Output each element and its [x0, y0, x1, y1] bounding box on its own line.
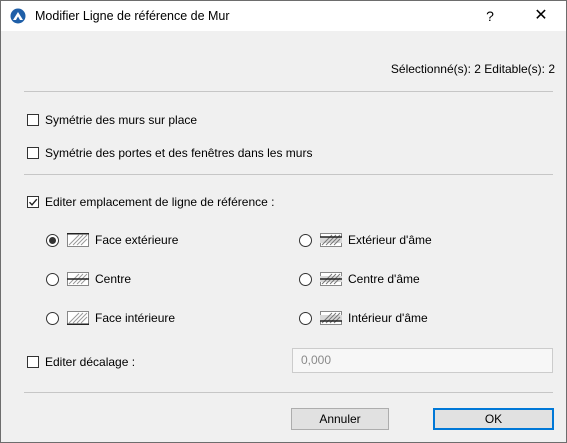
radio-label: Extérieur d'âme [348, 233, 432, 247]
cancel-button[interactable]: Annuler [291, 408, 389, 430]
wall-center-icon [67, 272, 89, 286]
radio-core-outside[interactable]: Extérieur d'âme [299, 233, 432, 247]
radio-label: Intérieur d'âme [348, 311, 428, 325]
close-button[interactable]: ✕ [530, 6, 552, 26]
radio-button[interactable] [46, 311, 59, 325]
radio-label: Face extérieure [95, 233, 179, 247]
radio-button-selected[interactable] [46, 233, 59, 247]
edit-location-checkbox[interactable] [27, 196, 39, 208]
wall-core-center-icon [320, 272, 342, 286]
mirror-walls-checkbox[interactable] [27, 114, 39, 126]
radio-button[interactable] [299, 311, 312, 325]
edit-offset-checkbox[interactable] [27, 356, 39, 368]
mirror-walls-label: Symétrie des murs sur place [45, 113, 198, 127]
dialog-window: Modifier Ligne de référence de Mur ? ✕ S… [0, 0, 567, 443]
radio-center[interactable]: Centre [46, 272, 131, 286]
radio-button[interactable] [299, 272, 312, 286]
offset-input[interactable]: 0,000 [292, 348, 553, 373]
help-button[interactable]: ? [480, 6, 500, 26]
selection-info: Sélectionné(s): 2 Editable(s): 2 [390, 62, 555, 76]
app-icon [10, 8, 26, 24]
edit-location-label: Editer emplacement de ligne de référence… [45, 195, 275, 209]
wall-outer-face-icon [67, 233, 89, 247]
radio-button[interactable] [46, 272, 59, 286]
wall-core-outside-icon [320, 233, 342, 247]
separator [24, 174, 553, 175]
radio-button[interactable] [299, 233, 312, 247]
wall-inner-face-icon [67, 311, 89, 325]
radio-label: Centre [95, 272, 132, 286]
radio-outer-face[interactable]: Face extérieure [46, 233, 178, 247]
separator [24, 91, 553, 92]
window-title: Modifier Ligne de référence de Mur [35, 9, 230, 23]
radio-label: Face intérieure [95, 311, 176, 325]
wall-core-inside-icon [320, 311, 342, 325]
ok-button[interactable]: OK [433, 408, 554, 430]
radio-inner-face[interactable]: Face intérieure [46, 311, 175, 325]
mirror-walls-checkbox-row[interactable]: Symétrie des murs sur place [27, 113, 197, 127]
mirror-doors-checkbox-row[interactable]: Symétrie des portes et des fenêtres dans… [27, 146, 312, 160]
radio-label: Centre d'âme [348, 272, 420, 286]
mirror-doors-checkbox[interactable] [27, 147, 39, 159]
edit-location-checkbox-row[interactable]: Editer emplacement de ligne de référence… [27, 195, 274, 209]
mirror-doors-label: Symétrie des portes et des fenêtres dans… [45, 146, 313, 160]
edit-offset-checkbox-row[interactable]: Editer décalage : [27, 355, 135, 369]
checkmark-icon [28, 198, 38, 206]
radio-core-center[interactable]: Centre d'âme [299, 272, 420, 286]
edit-offset-label: Editer décalage : [45, 355, 136, 369]
radio-core-inside[interactable]: Intérieur d'âme [299, 311, 428, 325]
separator [24, 392, 553, 393]
title-bar: Modifier Ligne de référence de Mur ? ✕ [1, 1, 566, 31]
